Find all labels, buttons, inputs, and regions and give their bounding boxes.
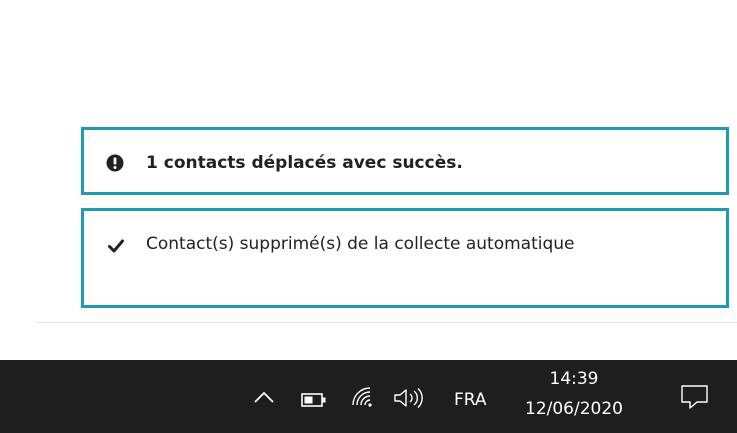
checkmark-icon [108, 239, 124, 253]
notification-icon[interactable] [680, 384, 710, 410]
windows-taskbar: FRA 14:39 12/06/2020 [0, 360, 737, 433]
input-language[interactable]: FRA [454, 390, 487, 410]
battery-icon[interactable] [301, 393, 327, 407]
divider [36, 322, 737, 323]
wifi-icon[interactable] [350, 385, 378, 407]
info-toast: Contact(s) supprimé(s) de la collecte au… [81, 208, 729, 308]
system-clock[interactable]: 14:39 12/06/2020 [518, 364, 630, 424]
toast-message: Contact(s) supprimé(s) de la collecte au… [146, 234, 575, 254]
toast-message: 1 contacts déplacés avec succès. [146, 153, 463, 173]
success-toast: 1 contacts déplacés avec succès. [81, 127, 729, 195]
chevron-up-icon[interactable] [253, 390, 275, 404]
volume-icon[interactable] [393, 388, 427, 408]
clock-time: 14:39 [549, 369, 599, 389]
exclamation-circle-icon [106, 154, 124, 172]
clock-date: 12/06/2020 [525, 399, 623, 419]
